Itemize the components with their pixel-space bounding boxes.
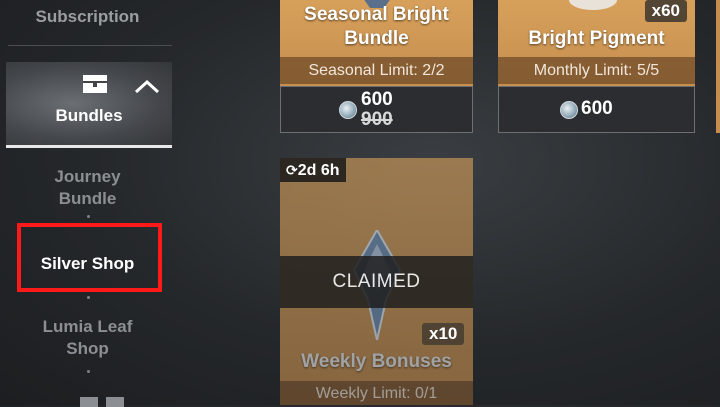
divider-dot: [87, 370, 90, 373]
bundle-card-bright-pigment[interactable]: x60 Bright Pigment Monthly Limit: 5/5 60…: [498, 0, 695, 133]
sidebar-divider: [8, 45, 172, 46]
sidebar-item-silver-shop[interactable]: Silver Shop: [0, 253, 175, 275]
refresh-icon: ⟳: [286, 162, 298, 178]
next-card-edge: [716, 0, 720, 133]
timer-text: 2d 6h: [297, 162, 340, 179]
card-title: Seasonal Bright Bundle: [304, 4, 449, 49]
sidebar-item-label: Bundles: [55, 106, 123, 125]
quantity-badge: x10: [422, 323, 465, 345]
purchase-limit: Monthly Limit: 5/5: [498, 57, 695, 84]
sidebar-item-journey-bundle[interactable]: Journey Bundle: [0, 166, 175, 210]
refresh-timer: ⟳2d 6h: [280, 158, 346, 182]
gift-box-icon: [83, 75, 107, 93]
divider-dot: [87, 296, 90, 299]
sidebar: Subscription Bundles Journey Bundle Silv…: [0, 0, 175, 407]
shop-icon: [80, 397, 124, 407]
divider-dot: [87, 215, 90, 218]
sidebar-item-lumia-leaf-shop[interactable]: Lumia Leaf Shop: [0, 316, 175, 360]
card-title: Bright Pigment: [528, 28, 665, 49]
claimed-overlay: CLAIMED: [280, 256, 473, 308]
purchase-limit: Seasonal Limit: 2/2: [280, 57, 473, 84]
price-button[interactable]: 600: [498, 86, 695, 133]
purchase-limit: Weekly Limit: 0/1: [280, 381, 473, 405]
pigment-art-icon: [569, 0, 617, 10]
quantity-badge: x60: [644, 0, 687, 22]
chevron-up-icon[interactable]: [134, 80, 160, 94]
sidebar-item-bundles[interactable]: Bundles: [6, 62, 172, 148]
price-button[interactable]: 600 900: [280, 86, 473, 133]
silver-coin-icon: [560, 101, 578, 119]
silver-coin-icon: [339, 101, 357, 119]
price: 600: [581, 98, 613, 119]
card-title: Weekly Bonuses: [301, 351, 452, 372]
sidebar-item-subscription[interactable]: Subscription: [0, 6, 175, 28]
price: 600: [361, 89, 393, 110]
bundle-card-seasonal[interactable]: Seasonal Bright Bundle Seasonal Limit: 2…: [280, 0, 473, 133]
original-price: 900: [361, 109, 393, 130]
